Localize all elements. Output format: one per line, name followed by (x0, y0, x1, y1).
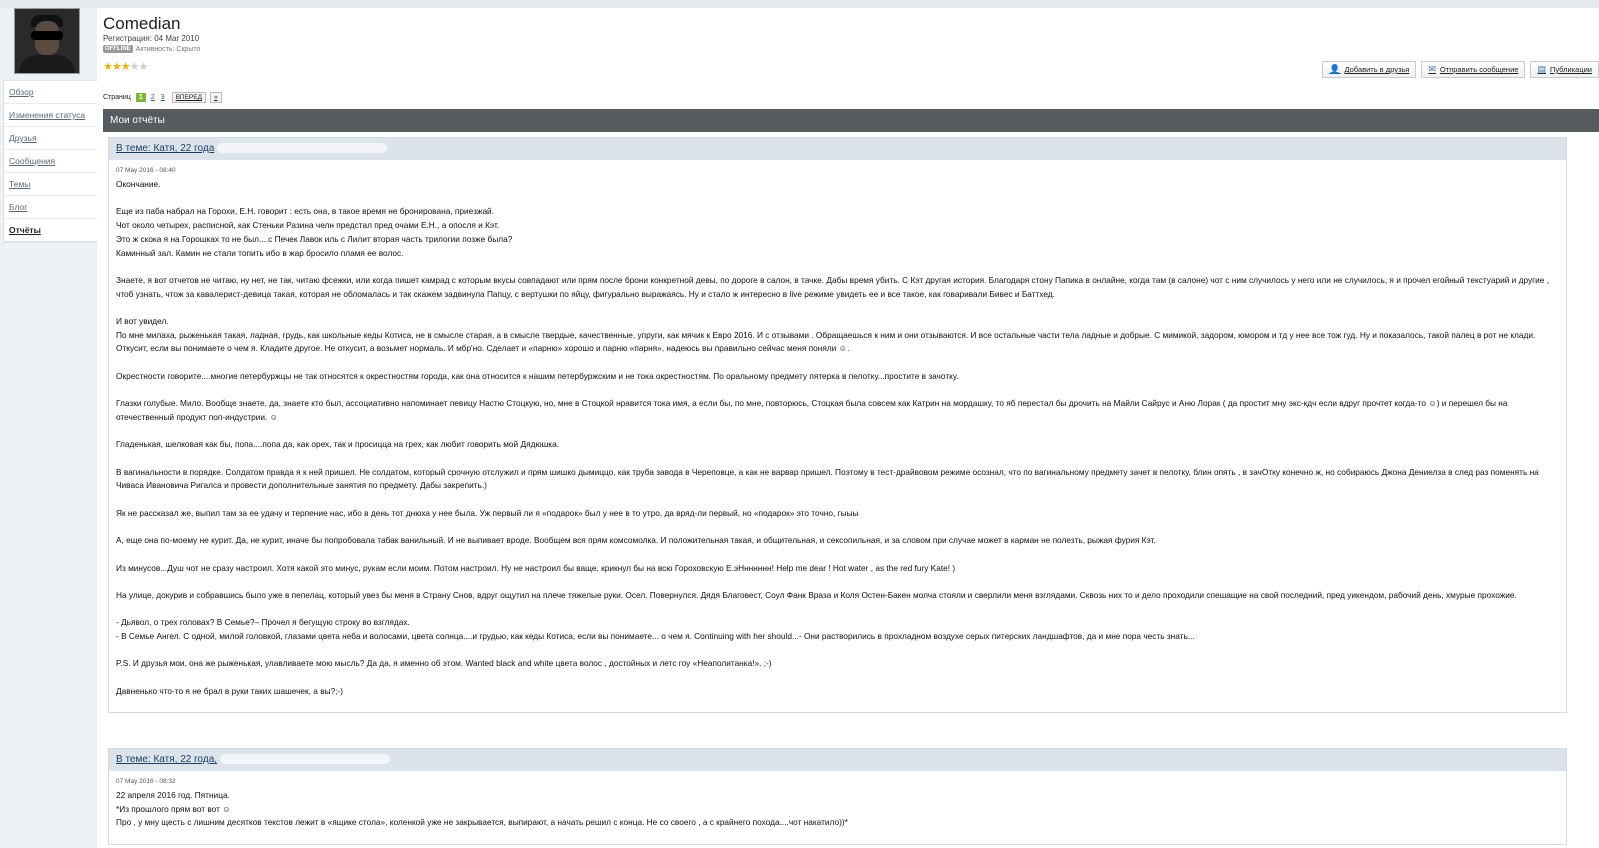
send-message-button[interactable]: ✉ Отправить сообщение (1421, 61, 1526, 78)
section-header: Мои отчёты (103, 109, 1599, 132)
report-post: В теме: Катя, 22 года, 07 May 2016 - 08:… (108, 748, 1567, 845)
post-topic-link[interactable]: В теме: Катя, 22 года (116, 143, 214, 154)
post-paragraph: - Дьявол, о трех головах? В Семье?– Проч… (116, 617, 1195, 642)
envelope-icon: ✉ (1428, 64, 1436, 74)
avatar[interactable] (14, 8, 80, 74)
post-paragraph: Як не рассказал же, выпил там за ее удач… (116, 507, 859, 518)
star-icon: ★ (111, 61, 122, 73)
post-date: 07 May 2016 - 08:32 (116, 778, 176, 785)
redacted-area (217, 143, 388, 154)
post-body: 22 апреля 2016 год. Пятница. *Из прошлог… (109, 785, 1566, 830)
sidebar-item-0[interactable]: Обзор (4, 81, 98, 104)
post-date: 07 May 2016 - 08:40 (116, 167, 176, 174)
profile-actions: 👤 Добавить в друзья ✉ Отправить сообщение ▤ П… (1317, 61, 1599, 79)
profile-main: Comedian Регистрация: 04 Mar 2010 OFFLIN… (97, 8, 1599, 848)
offline-badge: OFFLINE (103, 45, 133, 53)
rating-stars: ★★★★★ (103, 60, 149, 73)
star-icon: ★ (138, 61, 149, 73)
post-paragraph: И вот увидел. По мне милаха, рыженькая т… (116, 315, 1536, 354)
page-current: 1 (135, 93, 146, 102)
post-topic-header: В теме: Катя, 22 года, (109, 749, 1566, 771)
post-body: Окончание. Еще из паба набрал на Горохи, … (109, 174, 1566, 699)
post-paragraph: Окончание. (116, 179, 161, 189)
star-icon: ★ (120, 61, 131, 73)
page-link-2[interactable]: 2 (151, 94, 155, 101)
post-paragraph: Из минусов...Душ чот не сразу настроил. … (116, 562, 956, 573)
sidebar-item-2[interactable]: Друзья (4, 127, 98, 150)
sidebar-item-4[interactable]: Темы (4, 173, 98, 196)
post-paragraph: Давненько что-то я не брал в руки таких … (116, 685, 344, 696)
sidebar-item-1[interactable]: Изменения статуса (4, 104, 98, 127)
post-paragraph: Еще из паба набрал на Горохи, Е.Н. говор… (116, 206, 513, 258)
publications-button[interactable]: ▤ Публикации (1530, 61, 1599, 78)
post-paragraph: Гладенькая, шелковая как бы, попа....поп… (116, 439, 560, 450)
page-link-3[interactable]: 3 (161, 94, 165, 101)
sidebar-item-3[interactable]: Сообщения (4, 150, 98, 173)
post-paragraph: В вагинальности в порядке. Солдатом прав… (116, 466, 1539, 491)
star-icon: ★ (103, 61, 113, 73)
last-page-button[interactable]: » (209, 92, 222, 103)
report-post: В теме: Катя, 22 года 07 May 2016 - 08:4… (108, 137, 1567, 714)
activity-status: Активность: Скрыто (135, 45, 201, 53)
status-line: OFFLINE Активность: Скрыто (103, 45, 200, 53)
profile-nav: Обзор Изменения статуса Друзья Сообщения Тем… (3, 80, 99, 243)
post-paragraph: Окрестности говорите....многие петербурж… (116, 370, 959, 381)
post-paragraph: P.S. И друзья мои, она же рыженькая, ула… (116, 658, 772, 669)
post-topic-header: В теме: Катя, 22 года (109, 138, 1566, 160)
post-paragraph: А, еще она по-моему не курит. Да, не кур… (116, 535, 1156, 546)
post-paragraph: На улице, докурив и собравшись было уже … (116, 589, 1517, 600)
top-strip (0, 0, 1599, 8)
add-user-icon: 👤 (1329, 64, 1341, 74)
registration-date: Регистрация: 04 Mar 2010 (103, 34, 200, 43)
add-friend-button[interactable]: 👤 Добавить в друзья (1322, 61, 1417, 78)
next-page-button[interactable]: ВПЕРЕД (171, 92, 206, 103)
pagination: Страниц 1 2 3 ВПЕРЕД » (103, 92, 222, 103)
pagination-label: Страниц (103, 94, 131, 101)
post-topic-link[interactable]: В теме: Катя, 22 года, (116, 754, 217, 765)
document-icon: ▤ (1537, 64, 1546, 74)
star-icon: ★ (129, 61, 140, 73)
post-paragraph: 22 апреля 2016 год. Пятница. *Из прошлог… (116, 790, 848, 828)
post-paragraph: Глазки голубые. Мило. Вообще знаете, да,… (116, 398, 1508, 422)
sidebar-item-5[interactable]: Блог (4, 196, 98, 219)
post-paragraph: Знаете, я вот отчетов не читаю, ну нет, … (116, 274, 1549, 299)
profile-sidebar: Обзор Изменения статуса Друзья Сообщения Тем… (0, 8, 99, 848)
sidebar-item-6[interactable]: Отчёты (4, 219, 98, 242)
redacted-area (219, 754, 390, 765)
profile-username: Comedian (103, 14, 181, 33)
